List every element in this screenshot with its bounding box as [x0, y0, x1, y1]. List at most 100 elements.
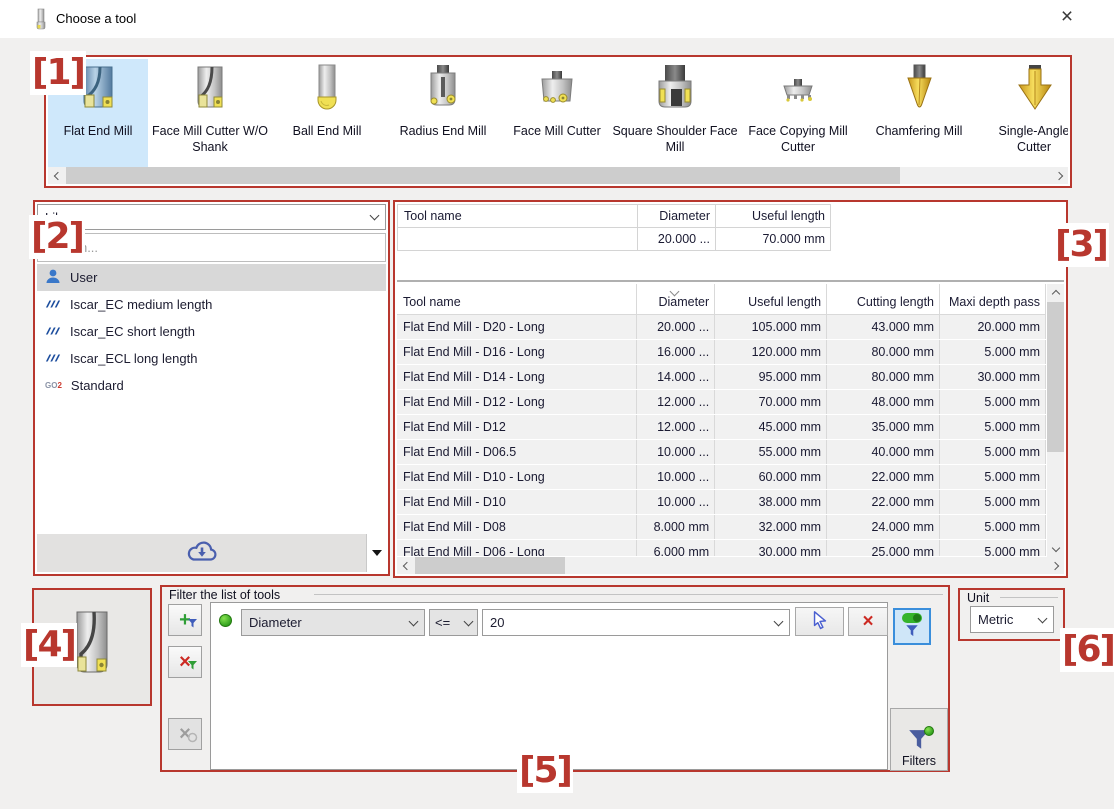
- chevron-down-icon: [774, 616, 784, 626]
- tool-type-single-angle-cutter[interactable]: Single-Angle Cutter: [982, 59, 1068, 169]
- annotation-6: [6]: [1060, 628, 1114, 672]
- library-item-iscar-ecl-long[interactable]: Iscar_ECL long length: [37, 345, 386, 372]
- tools-header-row: Tool name Diameter Useful length Cutting…: [397, 284, 1046, 314]
- library-item-user[interactable]: User: [37, 264, 386, 291]
- scroll-right-button[interactable]: [1047, 557, 1064, 574]
- table-row[interactable]: Flat End Mill - D1010.000 ...38.000 mm22…: [397, 489, 1046, 514]
- cloud-download-icon: [185, 539, 219, 567]
- user-icon: [45, 268, 61, 287]
- chevron-down-icon: [464, 616, 474, 626]
- go2-icon: GO2: [45, 381, 62, 390]
- unit-dropdown[interactable]: Metric: [970, 606, 1054, 633]
- tool-tables-region: Tool name Diameter Useful length 20.000 …: [393, 200, 1068, 578]
- tools-header-maxi-depth-pass[interactable]: Maxi depth pass: [940, 284, 1046, 314]
- chevron-down-icon: [409, 616, 419, 626]
- iscar-icon: [45, 297, 61, 312]
- filter-field-dropdown[interactable]: Diameter: [241, 609, 425, 636]
- criteria-header-row: Tool name Diameter Useful length: [398, 205, 831, 228]
- filter-group-title: Filter the list of tools: [169, 588, 280, 602]
- criteria-header-tool-name[interactable]: Tool name: [398, 205, 638, 228]
- scroll-left-button[interactable]: [397, 557, 414, 574]
- table-row[interactable]: Flat End Mill - D14 - Long14.000 ...95.0…: [397, 364, 1046, 389]
- close-button[interactable]: ×: [1038, 0, 1096, 34]
- clear-filter-button[interactable]: ×: [848, 607, 888, 636]
- tool-type-face-mill-wo-shank[interactable]: Face Mill Cutter W/O Shank: [148, 59, 272, 169]
- library-more-dropdown-button[interactable]: [366, 534, 386, 572]
- scrollbar-thumb[interactable]: [66, 167, 900, 184]
- table-row[interactable]: Flat End Mill - D10 - Long10.000 ...60.0…: [397, 464, 1046, 489]
- tool-type-face-copying-mill-cutter[interactable]: Face Copying Mill Cutter: [740, 59, 856, 169]
- criteria-header-useful-length[interactable]: Useful length: [716, 205, 831, 228]
- library-item-iscar-ec-short[interactable]: Iscar_EC short length: [37, 318, 386, 345]
- tools-header-tool-name[interactable]: Tool name: [397, 284, 637, 314]
- tools-table-vscrollbar[interactable]: [1047, 284, 1064, 557]
- library-dropdown[interactable]: Library: [37, 204, 386, 230]
- criteria-table: Tool name Diameter Useful length 20.000 …: [397, 204, 831, 251]
- cursor-arrow-icon: [810, 610, 830, 633]
- tool-type-square-shoulder-face-mill[interactable]: Square Shoulder Face Mill: [610, 59, 740, 169]
- criteria-header-diameter[interactable]: Diameter: [638, 205, 716, 228]
- tool-type-list: Flat End Mill Face Mill Cutter W/O Shank…: [48, 59, 1068, 169]
- library-panel-region: Library User Iscar_EC medium length Isca…: [33, 200, 390, 576]
- unit-group-title: Unit: [967, 591, 989, 605]
- table-row[interactable]: Flat End Mill - D1212.000 ...45.000 mm35…: [397, 414, 1046, 439]
- tools-header-useful-length[interactable]: Useful length: [715, 284, 827, 314]
- filter-operator-dropdown[interactable]: <=: [429, 609, 478, 636]
- annotation-2: [2]: [29, 215, 85, 259]
- library-item-standard[interactable]: GO2 Standard: [37, 372, 386, 399]
- scroll-down-button[interactable]: [1047, 540, 1064, 557]
- iscar-icon: [45, 351, 61, 366]
- chamfering-mill-icon: [891, 63, 947, 122]
- criteria-value-row[interactable]: 20.000 ... 70.000 mm: [398, 228, 831, 251]
- filter-panel-region: Filter the list of tools + × × Diameter …: [160, 585, 950, 772]
- remove-filter-button[interactable]: ×: [168, 646, 202, 678]
- library-item-iscar-ec-medium[interactable]: Iscar_EC medium length: [37, 291, 386, 318]
- choose-a-tool-dialog: Choose a tool × Flat End Mill Face Mill …: [0, 0, 1114, 809]
- table-row[interactable]: Flat End Mill - D088.000 mm32.000 mm24.0…: [397, 514, 1046, 539]
- tool-type-chamfering-mill[interactable]: Chamfering Mill: [856, 59, 982, 169]
- scroll-up-button[interactable]: [1047, 284, 1064, 301]
- face-copying-mill-cutter-icon: [770, 63, 826, 122]
- filter-value-combobox[interactable]: 20: [482, 609, 790, 636]
- ball-end-mill-icon: [299, 63, 355, 122]
- toggle-filter-button[interactable]: [893, 608, 931, 645]
- filters-button[interactable]: Filters: [890, 708, 948, 771]
- tool-type-face-mill-cutter[interactable]: Face Mill Cutter: [504, 59, 610, 169]
- delete-filter-button-disabled[interactable]: ×: [168, 718, 202, 750]
- tools-header-diameter[interactable]: Diameter: [637, 284, 715, 314]
- face-mill-cutter-icon: [529, 63, 585, 122]
- toggle-on-icon: [902, 613, 922, 623]
- tool-type-radius-end-mill[interactable]: Radius End Mill: [382, 59, 504, 169]
- iscar-icon: [45, 324, 61, 339]
- table-row[interactable]: Flat End Mill - D12 - Long12.000 ...70.0…: [397, 389, 1046, 414]
- tools-header-cutting-length[interactable]: Cutting length: [827, 284, 940, 314]
- table-row[interactable]: Flat End Mill - D20 - Long20.000 ...105.…: [397, 314, 1046, 339]
- funnel-icon: [187, 617, 198, 632]
- table-splitter[interactable]: [397, 280, 1064, 282]
- download-library-button[interactable]: [37, 534, 366, 572]
- triangle-down-icon: [372, 550, 382, 556]
- tool-type-ball-end-mill[interactable]: Ball End Mill: [272, 59, 382, 169]
- tools-table-hscrollbar[interactable]: [397, 557, 1064, 574]
- radius-end-mill-icon: [415, 63, 471, 122]
- add-filter-button[interactable]: +: [168, 604, 202, 636]
- table-row[interactable]: Flat End Mill - D06.510.000 ...55.000 mm…: [397, 439, 1046, 464]
- scroll-right-button[interactable]: [1051, 167, 1068, 184]
- scroll-left-button[interactable]: [48, 167, 65, 184]
- filter-active-dot: [924, 726, 934, 736]
- tool-strip-scrollbar[interactable]: [48, 167, 1068, 184]
- annotation-4: [4]: [21, 623, 77, 667]
- unit-region: Unit Metric: [958, 588, 1065, 641]
- search-input[interactable]: [37, 233, 386, 262]
- filter-rows-list: Diameter <= 20 ×: [210, 602, 888, 770]
- filter-active-dot: [219, 614, 232, 627]
- library-list: User Iscar_EC medium length Iscar_EC sho…: [37, 264, 386, 530]
- table-row[interactable]: Flat End Mill - D06 - Long6.000 mm30.000…: [397, 539, 1046, 556]
- square-shoulder-face-mill-icon: [647, 63, 703, 122]
- scrollbar-thumb[interactable]: [1047, 302, 1064, 452]
- pick-value-button[interactable]: [795, 607, 844, 636]
- scrollbar-thumb[interactable]: [415, 557, 565, 574]
- groupbox-line: [1000, 597, 1058, 598]
- table-row[interactable]: Flat End Mill - D16 - Long16.000 ...120.…: [397, 339, 1046, 364]
- tools-table: Tool name Diameter Useful length Cutting…: [397, 284, 1046, 556]
